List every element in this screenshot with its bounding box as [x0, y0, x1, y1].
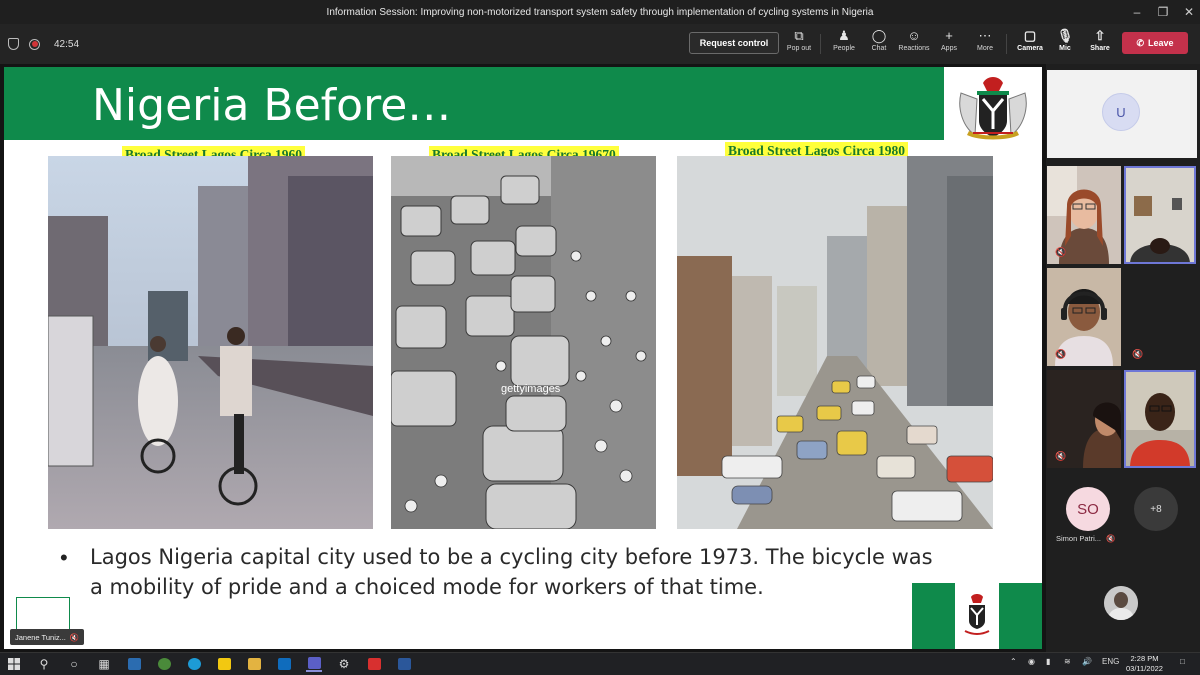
- system-clock[interactable]: 2:28 PM 03/11/2022: [1126, 654, 1163, 674]
- cortana-icon[interactable]: ○: [66, 656, 82, 672]
- chat-button[interactable]: ◯ Chat: [860, 28, 898, 60]
- participant-video-tile-speaking[interactable]: [1124, 166, 1196, 264]
- battery-icon[interactable]: ▮: [1046, 657, 1050, 666]
- network-icon[interactable]: ≋: [1064, 657, 1071, 666]
- close-icon[interactable]: ✕: [1174, 0, 1200, 24]
- mic-off-icon: 🔇: [1106, 534, 1116, 543]
- pop-out-icon: ⧉: [794, 28, 804, 43]
- meeting-timer: 42:54: [54, 38, 80, 50]
- sticky-notes-icon[interactable]: [216, 656, 232, 672]
- notifications-icon[interactable]: □: [1180, 657, 1185, 666]
- request-control-button[interactable]: Request control: [689, 32, 779, 54]
- participant-video-tile[interactable]: 🔇: [1047, 370, 1121, 468]
- recording-icon: [29, 38, 40, 50]
- getty-watermark: gettyimages: [501, 383, 561, 395]
- mic-off-icon: 🔇: [1055, 451, 1067, 461]
- phone-icon: ✆: [1136, 37, 1144, 48]
- more-icon: ⋯: [978, 28, 992, 43]
- avatar: U: [1102, 93, 1140, 131]
- acrobat-icon[interactable]: [366, 656, 382, 672]
- share-icon: ⇧: [1094, 28, 1106, 43]
- broad-street-1980-photo: [677, 156, 993, 529]
- meeting-toolbar: 42:54 Request control ⧉ Pop out ♟ People ◯…: [0, 24, 1200, 64]
- participant-video-tile[interactable]: 🔇: [1047, 166, 1121, 264]
- toolbar-divider: [820, 34, 821, 54]
- word-icon[interactable]: [396, 656, 412, 672]
- slide-header-bar: Nigeria Before…: [4, 67, 944, 140]
- shield-icon: [8, 38, 19, 50]
- avatar[interactable]: [1104, 586, 1138, 620]
- file-explorer-icon[interactable]: [246, 656, 262, 672]
- people-icon: ♟: [838, 28, 850, 43]
- presentation-slide: Nigeria Before… Broad Street Lagos Circa…: [4, 67, 1042, 649]
- windows-taskbar: ⚲ ○ ▦ ⚙ ⌃ ◉ ▮ ≋ 🔊 ENG 2:28 PM 03/11/2022…: [0, 652, 1200, 675]
- mic-off-icon: 🔇: [1055, 247, 1067, 257]
- participant-tile-u[interactable]: U: [1047, 70, 1197, 158]
- mic-button[interactable]: 🎙 Mic: [1046, 28, 1084, 60]
- reactions-icon: ☺: [907, 28, 921, 43]
- mic-off-icon: 🔇: [1132, 349, 1144, 359]
- mic-off-icon: 🎙: [1056, 28, 1074, 43]
- self-view-name-tag: Janene Tuniz... 🔇: [10, 629, 85, 645]
- more-button[interactable]: ⋯ More: [966, 28, 1004, 60]
- teams-icon[interactable]: [306, 656, 322, 672]
- leave-button[interactable]: ✆ Leave: [1122, 32, 1188, 54]
- windows-start-icon[interactable]: [6, 656, 22, 672]
- edge-icon[interactable]: [186, 656, 202, 672]
- tray-app-icon[interactable]: ◉: [1028, 657, 1035, 666]
- chat-icon: ◯: [871, 28, 887, 43]
- slide-title: Nigeria Before…: [92, 80, 452, 131]
- shared-screen: Nigeria Before… Broad Street Lagos Circa…: [0, 64, 1046, 652]
- photos-icon[interactable]: [126, 656, 142, 672]
- reactions-button[interactable]: ☺ Reactions: [895, 28, 933, 60]
- volume-icon[interactable]: 🔊: [1082, 657, 1092, 666]
- participant-name-label: Simon Patri... 🔇: [1056, 534, 1116, 543]
- apps-icon: +: [945, 28, 953, 43]
- window-title: Information Session: Improving non-motor…: [326, 6, 874, 18]
- share-button[interactable]: ⇧ Share: [1081, 28, 1119, 60]
- nigeria-flag: [912, 583, 1042, 649]
- camera-off-icon: ▢: [1023, 28, 1037, 43]
- slide-bullet-text: Lagos Nigeria capital city used to be a …: [90, 545, 933, 599]
- task-view-icon[interactable]: ▦: [96, 656, 112, 672]
- participant-tile-empty[interactable]: 🔇: [1124, 268, 1196, 366]
- broad-street-1967-photo: gettyimages: [391, 156, 656, 529]
- window-title-bar: Information Session: Improving non-motor…: [0, 0, 1200, 24]
- apps-button[interactable]: + Apps: [930, 28, 968, 60]
- mic-off-icon: 🔇: [1055, 349, 1067, 359]
- pop-out-button[interactable]: ⧉ Pop out: [780, 28, 818, 60]
- participant-video-tile-speaking[interactable]: [1124, 370, 1196, 468]
- outlook-icon[interactable]: [276, 656, 292, 672]
- chevron-up-icon[interactable]: ⌃: [1010, 657, 1017, 666]
- people-button[interactable]: ♟ People: [825, 28, 863, 60]
- more-participants-button[interactable]: +8: [1134, 487, 1178, 531]
- chrome-icon[interactable]: [156, 656, 172, 672]
- settings-icon[interactable]: ⚙: [336, 656, 352, 672]
- search-icon[interactable]: ⚲: [36, 656, 52, 672]
- participant-gallery: U 🔇 🔇 🔇 🔇 SO +8 Simon Patri... 🔇: [1046, 64, 1200, 652]
- toolbar-divider: [1006, 34, 1007, 54]
- mic-off-icon: 🔇: [69, 632, 80, 642]
- coat-of-arms-small-icon: [964, 594, 990, 635]
- camera-button[interactable]: ▢ Camera: [1011, 28, 1049, 60]
- bullet-icon: •: [60, 545, 68, 570]
- broad-street-1960-photo: [48, 156, 373, 529]
- coat-of-arms-icon: [948, 67, 1038, 145]
- participant-video-tile[interactable]: 🔇: [1047, 268, 1121, 366]
- language-indicator[interactable]: ENG: [1102, 657, 1119, 666]
- avatar[interactable]: SO: [1066, 487, 1110, 531]
